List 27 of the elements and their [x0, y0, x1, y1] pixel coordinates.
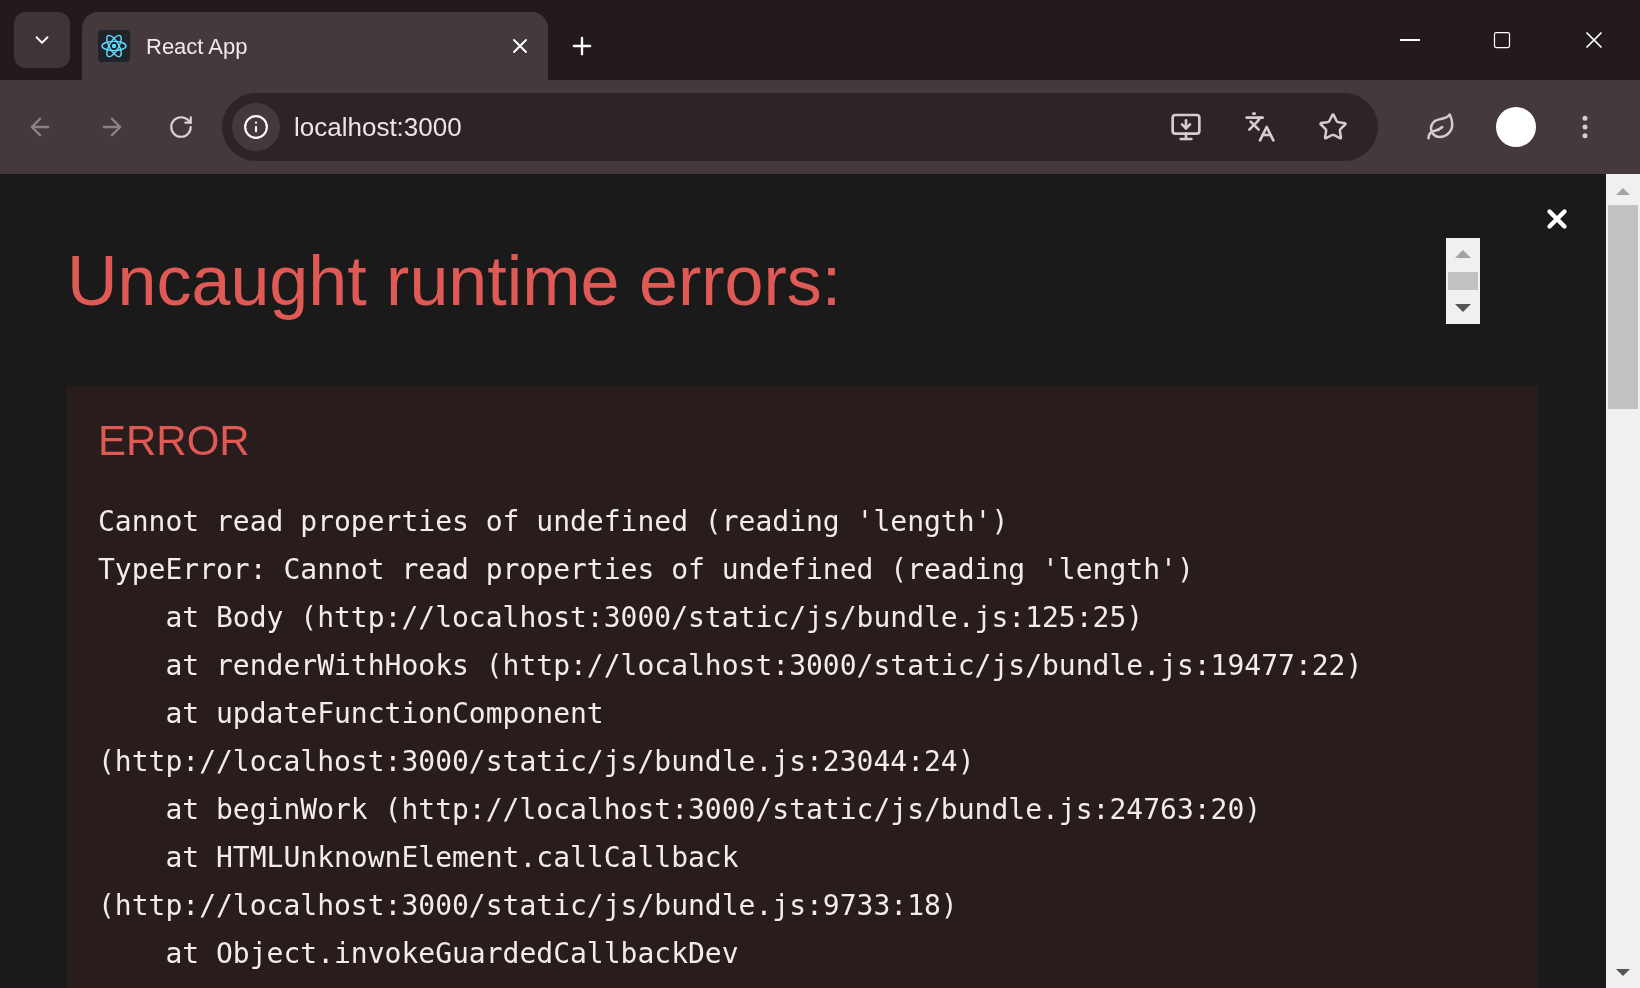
bookmark-star-icon[interactable]	[1318, 112, 1348, 142]
browser-tab[interactable]: React App	[82, 12, 548, 80]
error-label: ERROR	[98, 420, 251, 462]
stack-trace-line: at renderWithHooks (http://localhost:3000/static/js/bundle.js:19477:22)	[164, 648, 1364, 684]
stack-trace-line: at beginWork (http://localhost:3000/static/js/bundle.js:24763:20)	[164, 792, 1263, 828]
install-icon[interactable]	[1170, 111, 1202, 143]
stack-trace-line: Cannot read properties of undefined (reading 'length')	[98, 504, 1010, 540]
address-text: localhost:3000	[294, 110, 463, 144]
translate-icon[interactable]	[1244, 111, 1276, 143]
stack-trace-line: at HTMLUnknownElement.callCallback	[164, 840, 740, 876]
stack-trace-line: at Object.invokeGuardedCallbackDev	[164, 936, 740, 972]
page-scrollbar[interactable]	[1606, 174, 1640, 988]
stack-trace-line: TypeError: Cannot read properties of undefined (reading 'length')	[98, 552, 1195, 588]
stack-trace-line: (http://localhost:3000/static/js/bundle.js:9733:18)	[98, 888, 959, 924]
minimize-icon	[1400, 39, 1420, 41]
site-info-icon[interactable]	[232, 103, 280, 151]
leaf-icon[interactable]	[1426, 112, 1456, 142]
address-bar[interactable]: localhost:3000	[222, 93, 1378, 161]
stack-trace-line: (http://localhost:3000/static/js/bundle.js:23044:24)	[98, 744, 976, 780]
stack-trace-line: at Body (http://localhost:3000/static/js/bundle.js:125:25)	[164, 600, 1145, 636]
mini-scrollbar[interactable]	[1446, 238, 1480, 324]
atom-icon	[98, 30, 130, 62]
tab-title: React App	[146, 32, 249, 61]
profile-avatar[interactable]	[1496, 107, 1536, 147]
reload-button[interactable]	[168, 114, 194, 140]
stack-trace-line: at updateFunctionComponent	[164, 696, 605, 732]
maximize-icon	[1492, 30, 1512, 50]
